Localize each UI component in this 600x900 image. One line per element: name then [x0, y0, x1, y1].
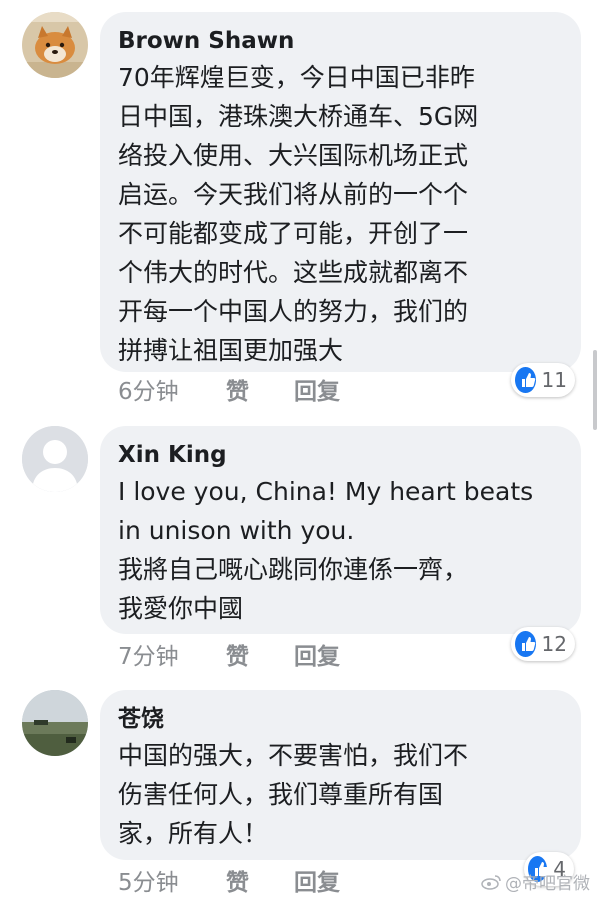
comment-line: 70年辉煌巨变，今日中国已非昨: [118, 63, 475, 92]
comment-line: 我將自己嘅心跳同你連係一齊，: [118, 555, 469, 584]
reaction-count: 12: [541, 632, 567, 656]
like-button[interactable]: 赞: [226, 637, 249, 671]
comment-line: 启运。今天我们将从前的一个个: [118, 180, 469, 209]
avatar-shiba[interactable]: [22, 12, 88, 78]
reaction-count-badge[interactable]: 12: [511, 627, 575, 661]
comment-bubble: Brown Shawn 70年辉煌巨变，今日中国已非昨 日中国，港珠澳大桥通车、…: [100, 12, 581, 372]
like-button[interactable]: 赞: [226, 863, 249, 897]
avatar-default-user[interactable]: [22, 426, 88, 492]
comment-line: 不可能都变成了可能，开创了一: [118, 219, 469, 248]
comment-bubble: Xin King I love you, China! My heart bea…: [100, 426, 581, 634]
weibo-icon: [481, 874, 501, 890]
comment-line: 我愛你中國: [118, 594, 244, 623]
comment-author[interactable]: 苍饶: [118, 704, 563, 734]
comment-author[interactable]: Brown Shawn: [118, 26, 563, 56]
comment-author[interactable]: Xin King: [118, 440, 563, 470]
comment-line: I love you, China! My heart beats: [118, 477, 534, 506]
reaction-count-badge[interactable]: 11: [511, 363, 575, 397]
comment-line: in unison with you.: [118, 516, 355, 545]
comment-timestamp[interactable]: 7分钟: [118, 637, 179, 671]
comment-line: 拼搏让祖国更加强大: [118, 336, 344, 365]
like-button[interactable]: 赞: [226, 372, 249, 406]
avatar-landscape[interactable]: [22, 690, 88, 756]
thumbs-up-icon: [515, 367, 536, 393]
reply-button[interactable]: 回复: [294, 863, 340, 897]
comment-line: 伤害任何人，我们尊重所有国: [118, 780, 444, 809]
comment-text: 70年辉煌巨变，今日中国已非昨 日中国，港珠澳大桥通车、5G网 络投入使用、大兴…: [118, 58, 563, 370]
comment-line: 日中国，港珠澳大桥通车、5G网: [118, 102, 479, 131]
comment-text: I love you, China! My heart beats in uni…: [118, 472, 563, 628]
comment-line: 中国的强大，不要害怕，我们不: [118, 741, 469, 770]
comment-text: 中国的强大，不要害怕，我们不 伤害任何人，我们尊重所有国 家，所有人！: [118, 736, 563, 853]
comment-timestamp[interactable]: 5分钟: [118, 863, 179, 897]
watermark: @帝吧官微: [481, 869, 590, 894]
comment-timestamp[interactable]: 6分钟: [118, 372, 179, 406]
comment-line: 个伟大的时代。这些成就都离不: [118, 258, 469, 287]
reply-button[interactable]: 回复: [294, 637, 340, 671]
thumbs-up-icon: [515, 631, 536, 657]
comment-line: 开每一个中国人的努力，我们的: [118, 297, 469, 326]
scrollbar[interactable]: [593, 350, 597, 430]
comment-bubble: 苍饶 中国的强大，不要害怕，我们不 伤害任何人，我们尊重所有国 家，所有人！: [100, 690, 581, 860]
comment-line: 家，所有人！: [118, 819, 269, 848]
watermark-text: @帝吧官微: [505, 874, 590, 894]
reaction-count: 11: [541, 368, 567, 392]
comment-line: 络投入使用、大兴国际机场正式: [118, 141, 469, 170]
reply-button[interactable]: 回复: [294, 372, 340, 406]
